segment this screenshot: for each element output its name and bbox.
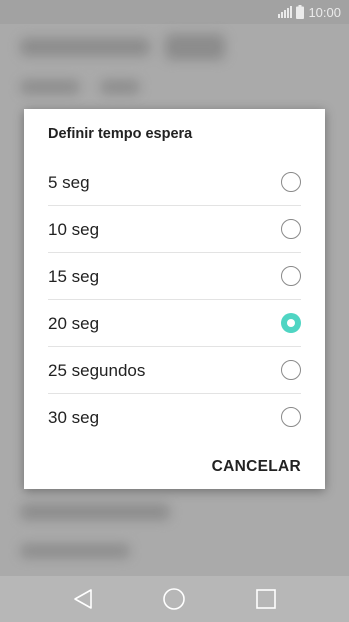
radio-button-icon[interactable] — [281, 360, 301, 380]
option-label: 15 seg — [48, 267, 100, 286]
radio-button-icon[interactable] — [281, 172, 301, 192]
option-10-seg[interactable]: 10 seg — [48, 206, 301, 253]
back-triangle-icon — [73, 588, 93, 610]
option-label: 10 seg — [48, 220, 100, 239]
option-label: 25 segundos — [48, 361, 146, 380]
radio-button-icon[interactable] — [281, 407, 301, 427]
radio-button-icon[interactable] — [281, 219, 301, 239]
option-20-seg[interactable]: 20 seg — [48, 300, 301, 347]
cancel-button[interactable]: CANCELAR — [212, 458, 301, 476]
option-15-seg[interactable]: 15 seg — [48, 253, 301, 300]
option-label: 5 seg — [48, 173, 90, 192]
recents-square-icon — [255, 588, 277, 610]
option-5-seg[interactable]: 5 seg — [48, 159, 301, 206]
option-30-seg[interactable]: 30 seg — [48, 394, 301, 441]
recents-button[interactable] — [251, 584, 281, 614]
radio-button-selected-icon[interactable] — [281, 313, 301, 333]
option-25-segundos[interactable]: 25 segundos — [48, 347, 301, 394]
timeout-options-list: 5 seg 10 seg 15 seg 20 seg 25 segundos 3… — [48, 159, 301, 441]
option-label: 30 seg — [48, 408, 100, 427]
navigation-bar — [0, 576, 349, 622]
home-button[interactable] — [159, 584, 189, 614]
back-button[interactable] — [68, 584, 98, 614]
option-label: 20 seg — [48, 314, 100, 333]
timeout-dialog: Definir tempo espera 5 seg 10 seg 15 seg… — [24, 109, 325, 489]
home-circle-icon — [162, 587, 186, 611]
dialog-title: Definir tempo espera — [48, 126, 193, 142]
radio-button-icon[interactable] — [281, 266, 301, 286]
